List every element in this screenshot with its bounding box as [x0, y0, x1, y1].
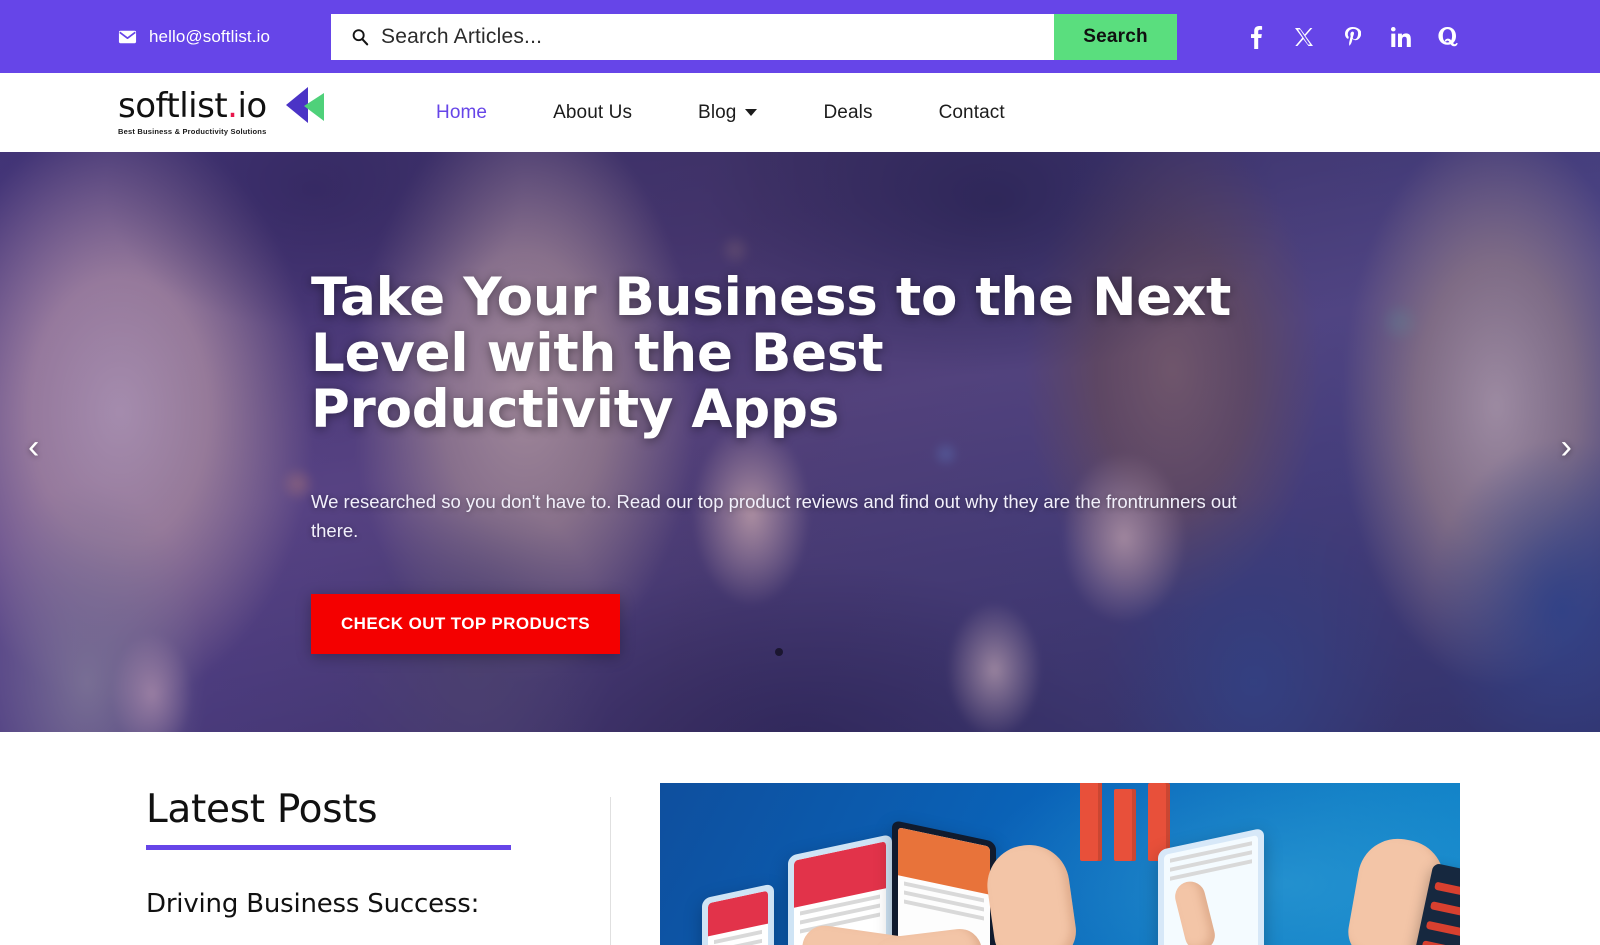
facebook-icon[interactable]: [1244, 25, 1268, 49]
search-placeholder-text: Search Articles...: [381, 25, 543, 48]
logo-tagline: Best Business & Productivity Solutions: [118, 127, 267, 136]
featured-post-column: 45%: [610, 732, 1600, 945]
search-bar: Search Articles... Search: [331, 14, 1177, 60]
hero-title: Take Your Business to the Next Level wit…: [311, 267, 1232, 441]
contact-email-text: hello@softlist.io: [149, 26, 271, 46]
site-header: softlist.io Best Business & Productivity…: [0, 73, 1600, 152]
check-out-top-products-button[interactable]: CHECK OUT TOP PRODUCTS: [311, 594, 621, 655]
nav-item-contact[interactable]: Contact: [906, 102, 1038, 124]
x-twitter-icon[interactable]: [1292, 27, 1316, 47]
nav-item-home[interactable]: Home: [403, 102, 520, 124]
pinterest-icon[interactable]: [1340, 26, 1364, 48]
hero-subtitle: We researched so you don't have to. Read…: [311, 490, 1237, 542]
post-thumbnail-image[interactable]: 45%: [660, 783, 1460, 945]
nav-item-contact-label: Contact: [938, 101, 1005, 123]
linkedin-icon[interactable]: [1388, 26, 1412, 47]
carousel-prev-arrow-icon[interactable]: ‹: [28, 430, 39, 464]
search-input[interactable]: Search Articles...: [331, 14, 1054, 60]
nav-item-about-us-label: About Us: [553, 101, 633, 123]
carousel-next-arrow-icon[interactable]: ›: [1561, 430, 1572, 464]
site-logo[interactable]: softlist.io Best Business & Productivity…: [118, 87, 324, 136]
nav-item-deals-label: Deals: [823, 101, 873, 123]
nav-item-about-us[interactable]: About Us: [520, 102, 665, 124]
logo-word-text: softlist: [118, 86, 228, 126]
contact-email[interactable]: hello@softlist.io: [118, 27, 270, 47]
page-title: Latest Posts: [146, 787, 378, 832]
post-title[interactable]: Driving Business Success:: [146, 887, 610, 922]
nav-item-home-label: Home: [436, 101, 488, 123]
logo-dot: .: [227, 86, 238, 126]
quora-icon[interactable]: [1436, 26, 1460, 48]
nav-item-blog-label: Blog: [698, 101, 737, 123]
latest-posts-column: Latest Posts Driving Business Success:: [0, 732, 610, 945]
envelope-icon: [118, 30, 137, 44]
social-links: [1244, 25, 1460, 49]
search-button[interactable]: Search: [1054, 14, 1177, 60]
carousel-dot-indicator[interactable]: [775, 648, 783, 656]
nav-item-deals[interactable]: Deals: [790, 102, 905, 124]
chevron-down-icon: [745, 109, 758, 116]
magnifier-icon: [351, 28, 369, 46]
logo-triangle-icon: [286, 87, 324, 123]
nav-item-blog[interactable]: Blog: [665, 102, 790, 124]
phone-illustration-3: [892, 819, 996, 945]
logo-suffix: io: [237, 86, 267, 126]
latest-posts-section: Latest Posts Driving Business Success:: [0, 732, 1600, 945]
hero-carousel: Take Your Business to the Next Level wit…: [0, 152, 1600, 732]
title-underline: [146, 845, 511, 850]
logo-wordmark: softlist.io: [118, 89, 308, 123]
top-utility-bar: hello@softlist.io Search Articles... Sea…: [0, 0, 1600, 73]
hero-content: Take Your Business to the Next Level wit…: [311, 267, 1261, 655]
column-divider: [610, 797, 611, 945]
main-navigation: Home About Us Blog Deals Contact: [403, 102, 1038, 124]
